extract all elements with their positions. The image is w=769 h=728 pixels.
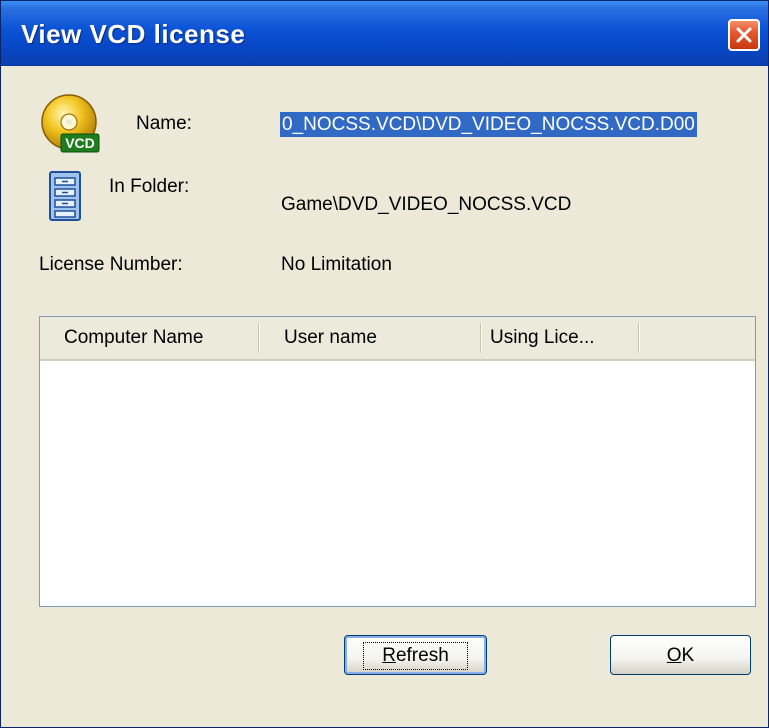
refresh-button[interactable]: Refresh bbox=[344, 635, 487, 675]
folder-label: In Folder: bbox=[109, 176, 190, 197]
column-user-name[interactable]: User name bbox=[260, 317, 480, 359]
refresh-button-label: Refresh bbox=[363, 642, 468, 670]
close-button[interactable] bbox=[728, 19, 760, 51]
dialog-body: VCD Name: 0_NOCSS.VCD\DVD_VIDEO_NOCSS.VC… bbox=[1, 66, 768, 727]
column-divider[interactable] bbox=[638, 323, 640, 353]
name-value[interactable]: 0_NOCSS.VCD\DVD_VIDEO_NOCSS.VCD.D00 bbox=[280, 112, 697, 137]
vcd-license-dialog: View VCD license VCD Name: 0_NOCSS.VCD\D… bbox=[0, 0, 769, 728]
name-label: Name: bbox=[136, 113, 192, 134]
close-icon bbox=[736, 27, 752, 43]
window-title: View VCD license bbox=[21, 19, 246, 49]
title-bar[interactable]: View VCD license bbox=[1, 1, 768, 66]
column-using-license[interactable]: Using Lice... bbox=[482, 317, 638, 359]
ok-button-label: OK bbox=[666, 645, 695, 666]
file-cabinet-icon bbox=[48, 170, 84, 222]
license-label: License Number: bbox=[39, 254, 183, 275]
list-header: Computer Name User name Using Lice... bbox=[40, 317, 755, 361]
column-computer-name[interactable]: Computer Name bbox=[40, 317, 258, 359]
license-value: No Limitation bbox=[281, 254, 392, 275]
vcd-disc-icon: VCD bbox=[39, 92, 103, 156]
license-list[interactable]: Computer Name User name Using Lice... bbox=[39, 316, 756, 607]
vcd-badge-text: VCD bbox=[65, 135, 95, 151]
ok-button[interactable]: OK bbox=[610, 635, 751, 675]
folder-value: Game\DVD_VIDEO_NOCSS.VCD bbox=[281, 194, 572, 215]
